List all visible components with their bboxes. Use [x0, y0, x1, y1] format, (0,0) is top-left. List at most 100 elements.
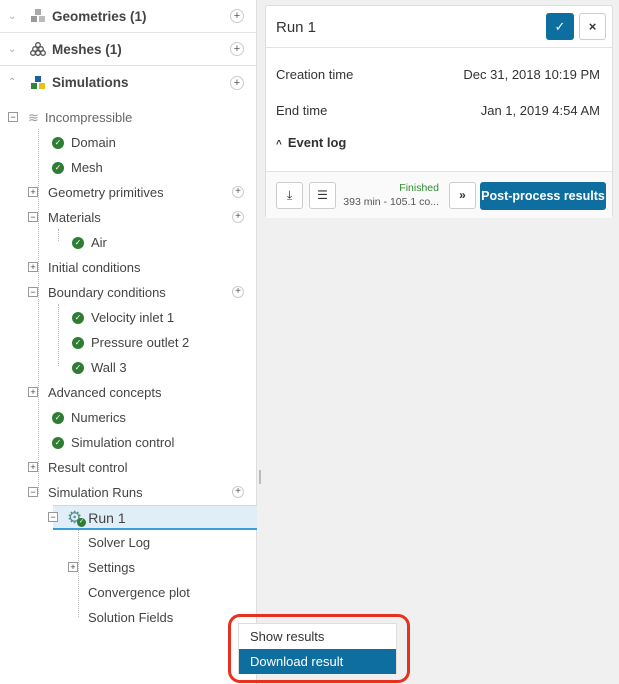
tree-item-velocity-inlet[interactable]: ✓ Velocity inlet 1 [72, 305, 174, 330]
event-log-toggle[interactable]: ^ Event log [276, 135, 346, 150]
tree-label: Solver Log [88, 535, 151, 550]
check-icon: ✓ [554, 19, 566, 34]
tree-item-convergence-plot[interactable]: Convergence plot [88, 580, 190, 605]
add-geometry-button[interactable]: + [230, 9, 244, 23]
tree-item-wall[interactable]: ✓ Wall 3 [72, 355, 127, 380]
tree-label: Air [91, 235, 107, 250]
section-meshes[interactable]: ⌄ Meshes (1) + [0, 33, 256, 66]
divider [266, 47, 612, 48]
tree-item-numerics[interactable]: ✓ Numerics [52, 405, 126, 430]
check-icon: ✓ [52, 436, 64, 449]
tree-label: Wall 3 [91, 360, 127, 375]
chevron-up-icon: ^ [276, 139, 282, 150]
status-text: Finished [399, 182, 439, 194]
resize-handle[interactable] [259, 470, 261, 484]
value: Dec 31, 2018 10:19 PM [463, 67, 600, 82]
tree-item-solution-fields[interactable]: Solution Fields [88, 605, 173, 630]
check-icon: ✓ [72, 336, 84, 349]
check-icon: ✓ [52, 136, 64, 149]
collapse-toggle[interactable]: − [48, 512, 58, 522]
simulation-icon [31, 75, 45, 89]
flow-icon: ≋ [28, 109, 39, 125]
expand-button[interactable]: » [449, 182, 476, 209]
tree-label: Pressure outlet 2 [91, 335, 190, 350]
section-geometries[interactable]: ⌄ Geometries (1) + [0, 0, 256, 33]
add-simulation-button[interactable]: + [230, 75, 244, 90]
check-icon: ✓ [72, 361, 84, 374]
expand-toggle[interactable]: + [28, 387, 38, 397]
collapse-toggle[interactable]: − [28, 287, 38, 297]
tree-item-advanced-concepts[interactable]: + Advanced concepts [28, 380, 161, 405]
download-icon: ⤓ [286, 188, 293, 202]
tree-label: Domain [71, 135, 116, 150]
tree-label: Velocity inlet 1 [91, 310, 175, 325]
run-detail-card: Run 1 ✓ × Creation time Dec 31, 2018 10:1… [265, 5, 613, 218]
add-run-button[interactable]: + [232, 486, 244, 498]
collapse-toggle[interactable]: − [28, 212, 38, 222]
event-log-label: Event log [287, 135, 347, 150]
tree-item-materials[interactable]: − Materials [28, 205, 101, 230]
check-icon: ✓ [72, 311, 84, 324]
download-button[interactable]: ⤓ [276, 182, 303, 209]
tree-item-simulation-runs[interactable]: − Simulation Runs [28, 480, 143, 505]
chevron-down-icon: ⌄ [8, 10, 17, 22]
tree-item-run-1[interactable]: − ⚙ ✓ Run 1 [48, 505, 126, 530]
tree-item-domain[interactable]: ✓ Domain [52, 130, 116, 155]
tree-item-initial-conditions[interactable]: + Initial conditions [28, 255, 141, 280]
collapse-toggle[interactable]: − [8, 112, 18, 122]
check-icon: ✓ [52, 161, 64, 174]
tree-item-pressure-outlet[interactable]: ✓ Pressure outlet 2 [72, 330, 189, 355]
tree-item-mesh[interactable]: ✓ Mesh [52, 155, 103, 180]
tree-label: Initial conditions [48, 260, 141, 275]
tree-line [58, 304, 59, 366]
tree-label: Simulation control [71, 435, 175, 450]
tree-item-result-control[interactable]: + Result control [28, 455, 127, 480]
confirm-button[interactable]: ✓ [546, 13, 574, 40]
section-label: Meshes (1) [52, 41, 122, 57]
expand-toggle[interactable]: + [28, 187, 38, 197]
tree-item-geometry-primitives[interactable]: + Geometry primitives [28, 180, 164, 205]
tree-label: Solution Fields [88, 610, 174, 625]
expand-toggle[interactable]: + [28, 262, 38, 272]
tree-label: Convergence plot [88, 585, 190, 600]
add-mesh-button[interactable]: + [230, 42, 244, 56]
expand-toggle[interactable]: + [28, 462, 38, 472]
tree-label: Simulation Runs [48, 485, 143, 500]
tree-label: Incompressible [44, 110, 133, 125]
tree-item-solver-log[interactable]: Solver Log [88, 530, 150, 555]
section-simulations[interactable]: ⌃ Simulations + [0, 66, 256, 99]
check-icon: ✓ [72, 236, 84, 249]
list-icon: ☰ [317, 188, 328, 202]
tree-label: Boundary conditions [48, 285, 166, 300]
close-button[interactable]: × [579, 13, 606, 40]
collapse-toggle[interactable]: − [28, 487, 38, 497]
post-process-button[interactable]: Post-process results [480, 182, 606, 210]
gear-icon: ⚙ ✓ [67, 507, 86, 527]
run-status: Finished 393 min - 105.1 co... [343, 182, 439, 208]
status-detail: 393 min - 105.1 co... [343, 196, 439, 208]
list-button[interactable]: ☰ [309, 182, 336, 209]
highlight-annotation [228, 614, 410, 683]
tree-item-simulation-control[interactable]: ✓ Simulation control [52, 430, 174, 455]
tree-label: Geometry primitives [48, 185, 164, 200]
creation-time-row: Creation time Dec 31, 2018 10:19 PM [276, 67, 600, 82]
tree-label: Mesh [71, 160, 103, 175]
add-geometry-primitive-button[interactable]: + [232, 186, 244, 198]
label: End time [276, 103, 328, 118]
tree-item-settings[interactable]: + Settings [68, 555, 135, 580]
run-title: Run 1 [276, 19, 317, 36]
card-footer: ⤓ ☰ Finished 393 min - 105.1 co... » Pos… [266, 171, 612, 218]
tree-item-air[interactable]: ✓ Air [72, 230, 107, 255]
section-label: Simulations [52, 75, 129, 90]
sidebar: ⌄ Geometries (1) + ⌄ Meshes (1) + ⌃ Simu… [0, 0, 257, 684]
expand-toggle[interactable]: + [68, 562, 78, 572]
mesh-icon [30, 42, 46, 56]
add-boundary-condition-button[interactable]: + [232, 286, 244, 298]
add-material-button[interactable]: + [232, 211, 244, 223]
value: Jan 1, 2019 4:54 AM [480, 103, 600, 118]
tree-label: Result control [48, 460, 128, 475]
chevron-down-icon: ⌄ [8, 43, 17, 55]
chevron-up-icon: ⌃ [8, 77, 17, 88]
tree-item-boundary-conditions[interactable]: − Boundary conditions [28, 280, 166, 305]
tree-item-incompressible[interactable]: − ≋ Incompressible [8, 105, 132, 130]
